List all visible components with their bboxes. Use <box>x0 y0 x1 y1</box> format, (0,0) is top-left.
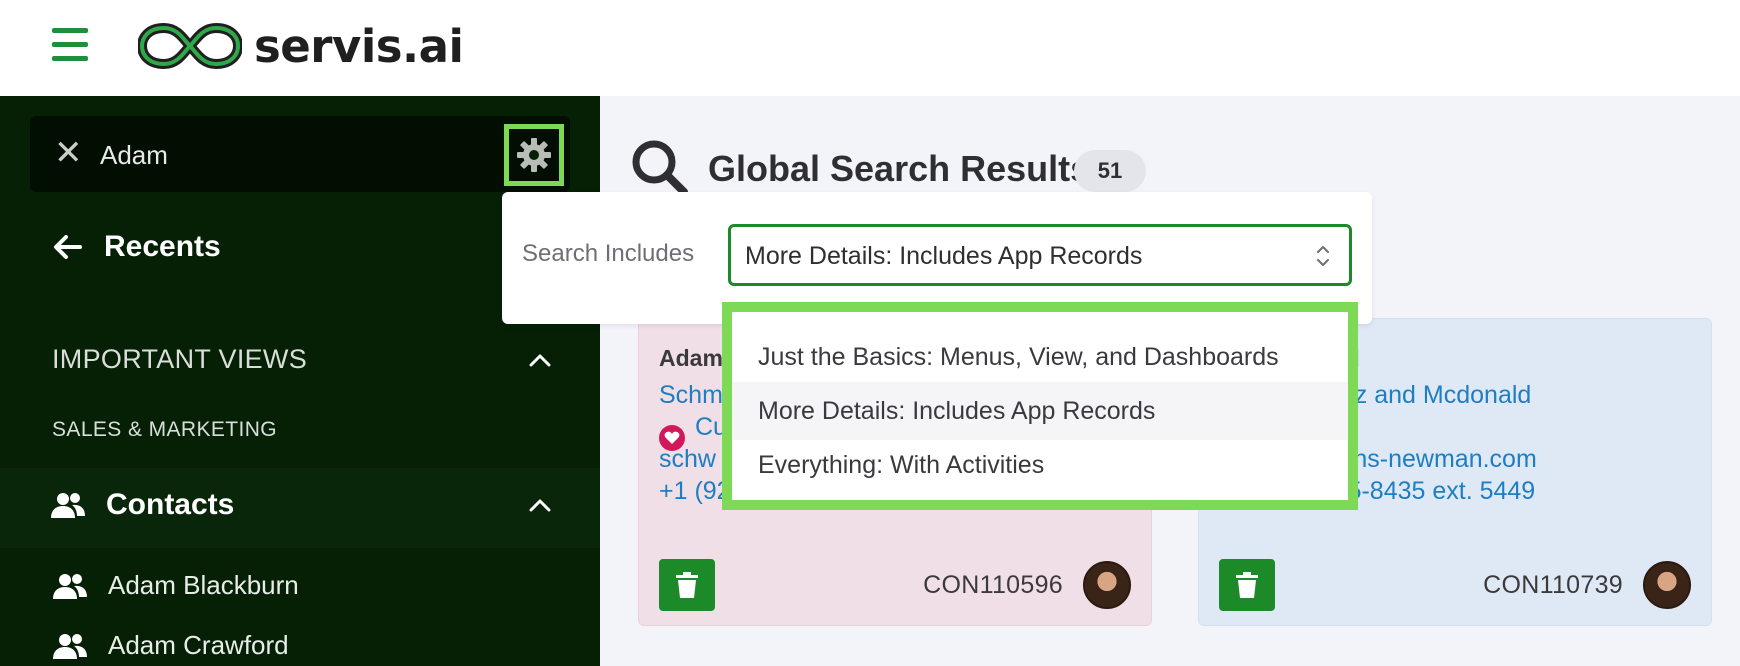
select-updown-icon <box>1317 246 1329 266</box>
chevron-up-icon[interactable] <box>528 353 552 367</box>
trash-icon <box>676 572 698 598</box>
delete-button[interactable] <box>659 559 715 611</box>
people-icon <box>51 493 85 518</box>
selected-value: More Details: Includes App Records <box>745 242 1143 270</box>
dropdown-option-more-details[interactable]: More Details: Includes App Records <box>732 382 1348 440</box>
dropdown-option-basics[interactable]: Just the Basics: Menus, View, and Dashbo… <box>732 328 1348 386</box>
important-views-label: IMPORTANT VIEWS <box>52 344 308 374</box>
results-count-badge: 51 <box>1074 150 1146 192</box>
dropdown-option-everything[interactable]: Everything: With Activities <box>732 436 1348 494</box>
search-icon <box>632 140 688 196</box>
search-includes-select[interactable]: More Details: Includes App Records <box>728 224 1352 286</box>
infinity-logo-icon <box>138 22 242 70</box>
search-settings-button[interactable] <box>504 124 564 186</box>
avatar <box>1083 561 1131 609</box>
close-icon[interactable]: ✕ <box>54 136 84 170</box>
important-views-header[interactable]: IMPORTANT VIEWS <box>52 344 552 375</box>
search-includes-label: Search Includes <box>522 240 695 267</box>
people-icon <box>53 633 87 659</box>
arrow-left-icon <box>54 235 82 259</box>
top-bar: servis.ai <box>0 0 1740 96</box>
page-title: Global Search Results <box>708 148 1091 189</box>
delete-button[interactable] <box>1219 559 1275 611</box>
card-name[interactable]: Adam <box>659 345 723 372</box>
card-email-link[interactable]: rkins-newman.com <box>1327 445 1537 474</box>
record-id: CON110596 <box>923 571 1063 599</box>
avatar <box>1643 561 1691 609</box>
search-includes-dropdown: Just the Basics: Menus, View, and Dashbo… <box>722 302 1358 510</box>
chevron-up-icon[interactable] <box>528 498 552 512</box>
contact-name: Adam Blackburn <box>108 570 299 600</box>
sidebar-item-contacts[interactable]: Contacts <box>0 468 600 548</box>
sidebar: ✕ Adam Recents IMPORTANT VIEWS SALES & M… <box>0 96 600 666</box>
hamburger-menu-icon[interactable] <box>52 28 88 62</box>
sidebar-contact-item[interactable]: Adam Blackburn <box>52 570 299 601</box>
sidebar-search-box[interactable]: ✕ Adam <box>30 116 570 192</box>
search-input[interactable]: Adam <box>100 140 168 171</box>
record-id: CON110739 <box>1483 571 1623 599</box>
card-company-link[interactable]: Schm <box>659 381 723 410</box>
gear-icon <box>517 138 551 172</box>
recents-link[interactable]: Recents <box>52 230 221 264</box>
sidebar-contact-item[interactable]: Adam Crawford <box>52 630 289 661</box>
logo[interactable]: servis.ai <box>138 18 464 74</box>
recents-label: Recents <box>104 230 221 263</box>
trash-icon <box>1236 572 1258 598</box>
contacts-label: Contacts <box>106 488 235 521</box>
logo-text: servis.ai <box>254 19 464 73</box>
contact-name: Adam Crawford <box>108 630 289 660</box>
card-email-link[interactable]: schw <box>659 445 716 474</box>
people-icon <box>53 573 87 599</box>
sales-marketing-label: SALES & MARKETING <box>52 418 278 441</box>
